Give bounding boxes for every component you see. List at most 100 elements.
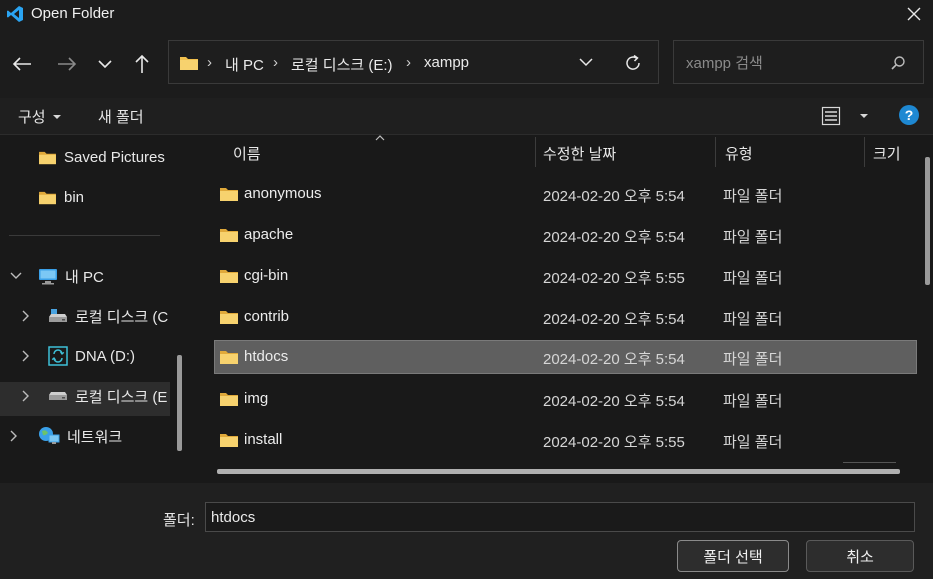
chevron-right-icon[interactable]	[22, 390, 38, 402]
file-type: 파일 폴더	[723, 393, 783, 410]
column-divider[interactable]	[864, 137, 865, 167]
new-folder-button[interactable]: 새 폴더	[98, 106, 144, 127]
sidebar-item-label: 로컬 디스크 (E	[75, 388, 168, 406]
search-input[interactable]	[684, 41, 888, 85]
column-divider[interactable]	[535, 137, 536, 167]
chevron-down-icon	[579, 58, 593, 67]
file-name: img	[244, 390, 269, 407]
breadcrumb-this-pc[interactable]: 내 PC	[225, 54, 264, 75]
file-date: 2024-02-20 오후 5:55	[543, 434, 685, 451]
scroll-corner-divider	[843, 462, 896, 463]
chevron-down-icon[interactable]	[10, 272, 26, 280]
sidebar-item-saved-pictures[interactable]: Saved Pictures	[38, 143, 165, 171]
sidebar-item-label: 내 PC	[65, 268, 104, 286]
breadcrumb-xampp[interactable]: xampp	[424, 54, 469, 71]
table-row[interactable]: cgi-bin 2024-02-20 오후 5:55 파일 폴더	[215, 260, 916, 292]
organize-menu[interactable]: 구성	[18, 106, 62, 127]
table-row[interactable]: apache 2024-02-20 오후 5:54 파일 폴더	[215, 219, 916, 251]
organize-label: 구성	[18, 109, 46, 126]
network-icon	[38, 426, 60, 446]
forward-button[interactable]	[54, 50, 80, 78]
vscode-icon	[6, 5, 24, 23]
close-icon	[907, 7, 921, 21]
up-button[interactable]	[129, 50, 155, 78]
file-type: 파일 폴더	[723, 434, 783, 451]
file-name: apache	[244, 226, 294, 243]
sidebar-item-dna-d[interactable]: DNA (D:)	[22, 342, 135, 370]
sidebar-item-label: DNA (D:)	[75, 347, 135, 365]
sidebar-item-bin[interactable]: bin	[38, 183, 84, 211]
file-date: 2024-02-20 오후 5:54	[543, 188, 685, 205]
table-row[interactable]: install 2024-02-20 오후 5:55 파일 폴더	[215, 424, 916, 456]
file-date: 2024-02-20 오후 5:54	[543, 351, 685, 368]
column-header-name[interactable]: 이름	[233, 143, 261, 164]
folder-name-input[interactable]	[205, 502, 915, 532]
file-name: contrib	[244, 308, 290, 325]
column-divider[interactable]	[715, 137, 716, 167]
table-row[interactable]: img 2024-02-20 오후 5:54 파일 폴더	[215, 383, 916, 415]
chevron-right-icon[interactable]	[22, 350, 38, 362]
back-button[interactable]	[9, 50, 35, 78]
sidebar-item-network[interactable]: 네트워크	[10, 422, 122, 450]
sidebar-item-local-disk-e[interactable]: 로컬 디스크 (E	[22, 382, 167, 410]
address-bar[interactable]: › 내 PC › 로컬 디스크 (E:) › xampp	[168, 40, 659, 84]
sidebar-item-label: 네트워크	[67, 428, 123, 446]
breadcrumb-local-disk-e[interactable]: 로컬 디스크 (E:)	[291, 54, 393, 75]
file-date: 2024-02-20 오후 5:54	[543, 311, 685, 328]
close-button[interactable]	[895, 0, 933, 28]
chevron-right-icon[interactable]	[22, 310, 38, 322]
address-history-button[interactable]	[579, 55, 593, 69]
folder-icon	[219, 349, 239, 365]
vertical-scrollbar[interactable]	[925, 157, 930, 285]
title-bar: Open Folder	[0, 0, 933, 28]
folder-icon	[219, 391, 239, 407]
select-folder-button[interactable]: 폴더 선택	[677, 540, 789, 572]
file-date: 2024-02-20 오후 5:54	[543, 229, 685, 246]
recent-locations-button[interactable]	[92, 50, 118, 78]
file-type: 파일 폴더	[723, 188, 783, 205]
sync-drive-icon	[48, 346, 68, 366]
folder-icon	[219, 268, 239, 284]
file-type: 파일 폴더	[723, 270, 783, 287]
file-date: 2024-02-20 오후 5:54	[543, 393, 685, 410]
column-header-date[interactable]: 수정한 날짜	[543, 143, 616, 164]
file-name: install	[244, 431, 283, 448]
sidebar-item-this-pc[interactable]: 내 PC	[10, 262, 104, 290]
sidebar-item-label: Saved Pictures	[64, 148, 165, 166]
drive-icon	[48, 390, 68, 402]
breadcrumb-separator: ›	[207, 54, 212, 71]
window-title: Open Folder	[31, 5, 115, 22]
table-row[interactable]: anonymous 2024-02-20 오후 5:54 파일 폴더	[215, 178, 916, 210]
dialog-footer: 폴더: 폴더 선택 취소	[0, 483, 933, 579]
sort-ascending-icon	[375, 135, 385, 141]
search-box[interactable]	[673, 40, 924, 85]
column-header-size[interactable]: 크기	[873, 143, 901, 164]
cancel-button[interactable]: 취소	[806, 540, 914, 572]
file-list: 이름 수정한 날짜 유형 크기 anonymous 2024-02-20 오후 …	[193, 135, 933, 483]
sidebar-scrollbar[interactable]	[177, 355, 182, 451]
view-options-button[interactable]	[821, 106, 869, 126]
file-type: 파일 폴더	[723, 311, 783, 328]
file-type: 파일 폴더	[723, 351, 783, 368]
horizontal-scrollbar[interactable]	[217, 469, 900, 474]
folder-icon	[219, 227, 239, 243]
caret-down-icon	[860, 114, 868, 118]
drive-icon	[48, 308, 68, 324]
arrow-up-icon	[135, 54, 149, 73]
folder-field-label: 폴더:	[163, 512, 195, 529]
sidebar-divider	[9, 235, 160, 236]
chevron-down-icon	[98, 60, 112, 69]
sidebar-item-local-disk-c[interactable]: 로컬 디스크 (C	[22, 302, 168, 330]
search-icon[interactable]	[890, 55, 906, 71]
table-row-selected[interactable]: htdocs 2024-02-20 오후 5:54 파일 폴더	[214, 340, 917, 374]
folder-icon	[219, 186, 239, 202]
table-row[interactable]: contrib 2024-02-20 오후 5:54 파일 폴더	[215, 301, 916, 333]
navigation-pane: Saved Pictures bin 내 PC 로컬 디스크 (C DNA (D…	[0, 135, 192, 483]
help-button[interactable]: ?	[899, 105, 919, 125]
navigation-tree: Saved Pictures bin 내 PC 로컬 디스크 (C DNA (D…	[0, 135, 170, 483]
refresh-icon	[626, 54, 640, 70]
refresh-button[interactable]	[624, 54, 642, 72]
column-header-type[interactable]: 유형	[725, 143, 753, 164]
chevron-right-icon[interactable]	[10, 430, 26, 442]
caret-down-icon	[52, 114, 61, 119]
